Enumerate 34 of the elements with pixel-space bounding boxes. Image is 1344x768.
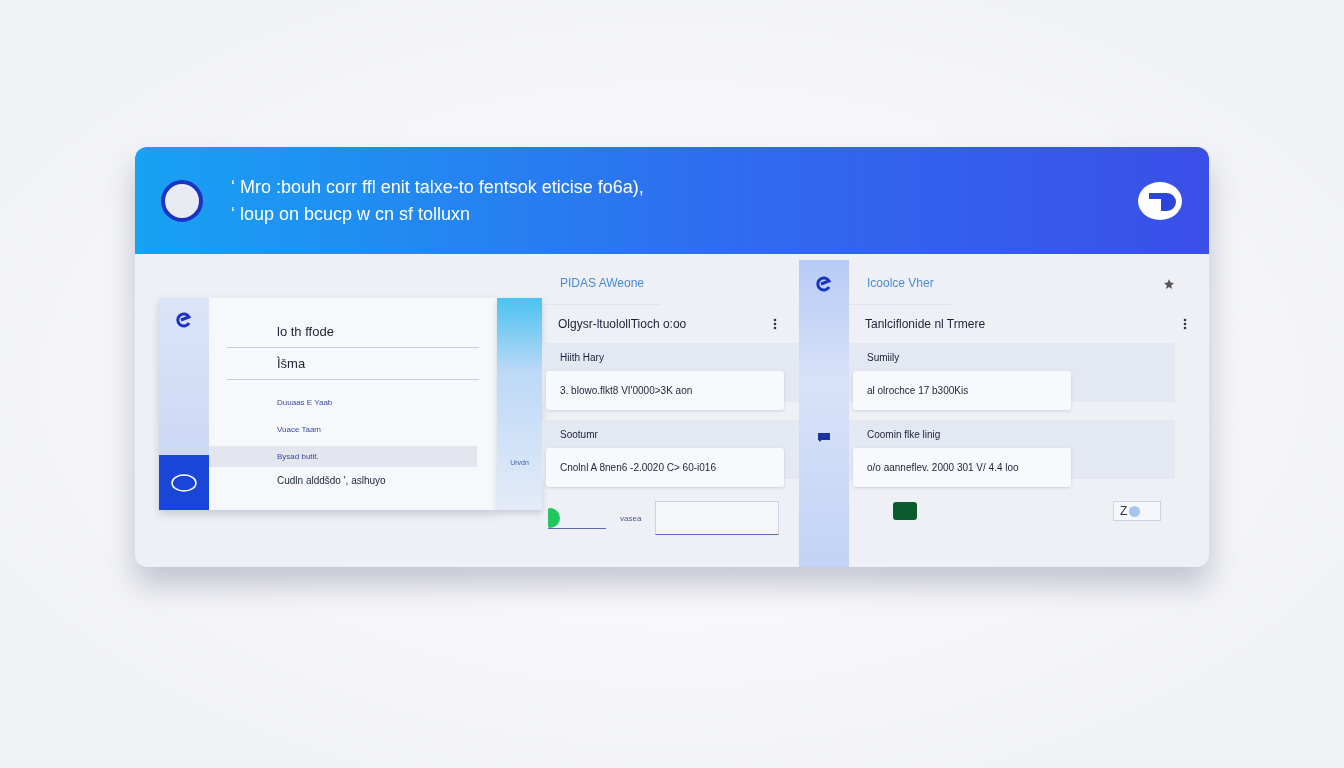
more-icon[interactable] xyxy=(773,318,777,330)
value-card: o/o aanneflev. 2000 301 V/ 4.4 loo xyxy=(853,448,1071,487)
footer-text: Cudln alddšdo ', aslhuyo xyxy=(276,475,387,486)
value-card: al olrochce 17 b300Kis xyxy=(853,371,1071,410)
input-field[interactable] xyxy=(655,501,780,535)
oval-icon xyxy=(170,472,198,493)
value-card: Cnolnl A 8nen6 -2.0020 C> 60-i016 xyxy=(546,448,784,487)
panel-title: Tanlciflonide nl Trmere xyxy=(865,317,986,331)
section-label: Sumiily xyxy=(866,352,901,365)
logo-mark-icon[interactable] xyxy=(176,312,192,328)
list-item[interactable]: Bysad butit. xyxy=(209,446,477,467)
logo-mark-icon[interactable] xyxy=(816,276,832,292)
toggle-switch[interactable]: Z xyxy=(1113,501,1161,521)
avatar-icon[interactable] xyxy=(161,179,203,222)
section-label: Sootumr xyxy=(559,429,599,442)
list-item[interactable]: Duuaas E Yaab xyxy=(209,392,477,413)
panel-heading: PIDAS AWeone xyxy=(542,276,661,305)
panel-heading: Icoolce Vher xyxy=(849,276,950,305)
list-item[interactable]: Vuace Taam xyxy=(209,419,477,440)
nav-block[interactable] xyxy=(159,455,209,510)
more-icon[interactable] xyxy=(1183,318,1187,330)
value-card: 3. blowo.flkt8 VI'0000>3K aon xyxy=(546,371,784,410)
toggle-switch[interactable] xyxy=(548,507,606,529)
section-label: Coomin flke linig xyxy=(866,429,942,442)
panel-title: Olgysr-ltuolollTioch o:oo xyxy=(558,317,687,331)
header-text: ‘ loup on bcucp w cn sf tolluxn xyxy=(231,203,472,225)
chat-icon[interactable] xyxy=(817,432,831,443)
toggle-label: vasea xyxy=(620,513,642,523)
logo-icon xyxy=(1137,180,1183,221)
field-value[interactable]: Ìšma xyxy=(227,356,479,380)
form-title: lo th ffode xyxy=(227,324,479,348)
section-label: Hiith Hary xyxy=(559,352,605,365)
star-icon[interactable] xyxy=(1163,277,1175,290)
header-text: ‘ Mro :bouh corr ffl enit talxe-to fentsok eticise fo6a), xyxy=(231,176,645,198)
